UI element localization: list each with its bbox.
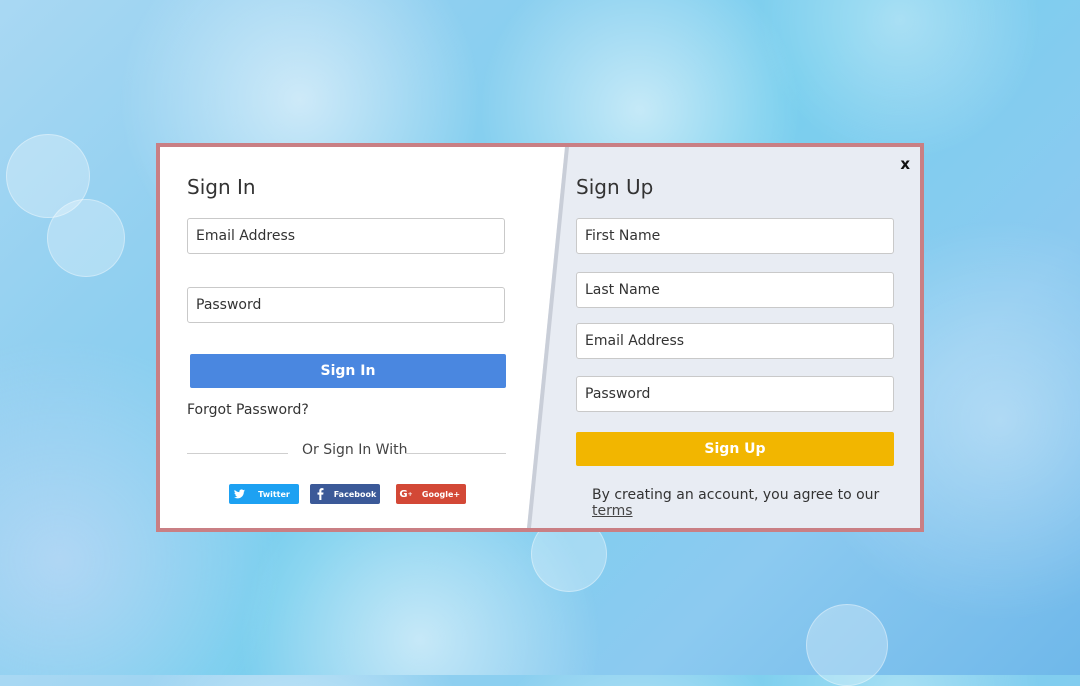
sign-in-email-input[interactable] — [187, 218, 505, 254]
sign-up-button[interactable]: Sign Up — [576, 432, 894, 466]
facebook-button[interactable]: Facebook — [310, 484, 380, 504]
terms-prefix: By creating an account, you agree to our — [592, 487, 880, 503]
first-name-input[interactable] — [576, 218, 894, 254]
or-sign-in-with-label: Or Sign In With — [302, 442, 408, 458]
forgot-password-link[interactable]: Forgot Password? — [187, 402, 309, 418]
google-plus-button[interactable]: G + Google+ — [396, 484, 466, 504]
sign-in-password-input[interactable] — [187, 287, 505, 323]
terms-text: By creating an account, you agree to our… — [592, 487, 920, 519]
twitter-label: Twitter — [258, 489, 290, 499]
close-button[interactable]: x — [900, 155, 910, 173]
facebook-label: Facebook — [333, 489, 377, 499]
google-plus-icon: G + — [399, 488, 413, 500]
sign-in-title: Sign In — [187, 175, 256, 199]
bokeh-circle — [806, 604, 888, 686]
google-plus-label: Google+ — [421, 489, 461, 499]
sign-in-panel — [160, 147, 565, 528]
twitter-button[interactable]: Twitter — [229, 484, 299, 504]
or-divider-right — [405, 453, 506, 454]
twitter-icon — [229, 484, 249, 504]
sign-up-title: Sign Up — [576, 175, 654, 199]
terms-link[interactable]: terms — [592, 503, 633, 519]
facebook-icon — [310, 484, 330, 504]
sign-in-button[interactable]: Sign In — [190, 354, 506, 388]
last-name-input[interactable] — [576, 272, 894, 308]
sign-up-email-input[interactable] — [576, 323, 894, 359]
sign-up-password-input[interactable] — [576, 376, 894, 412]
or-divider-left — [187, 453, 288, 454]
bokeh-circle — [47, 199, 125, 277]
auth-modal: x Sign In Sign In Forgot Password? Or Si… — [156, 143, 924, 532]
